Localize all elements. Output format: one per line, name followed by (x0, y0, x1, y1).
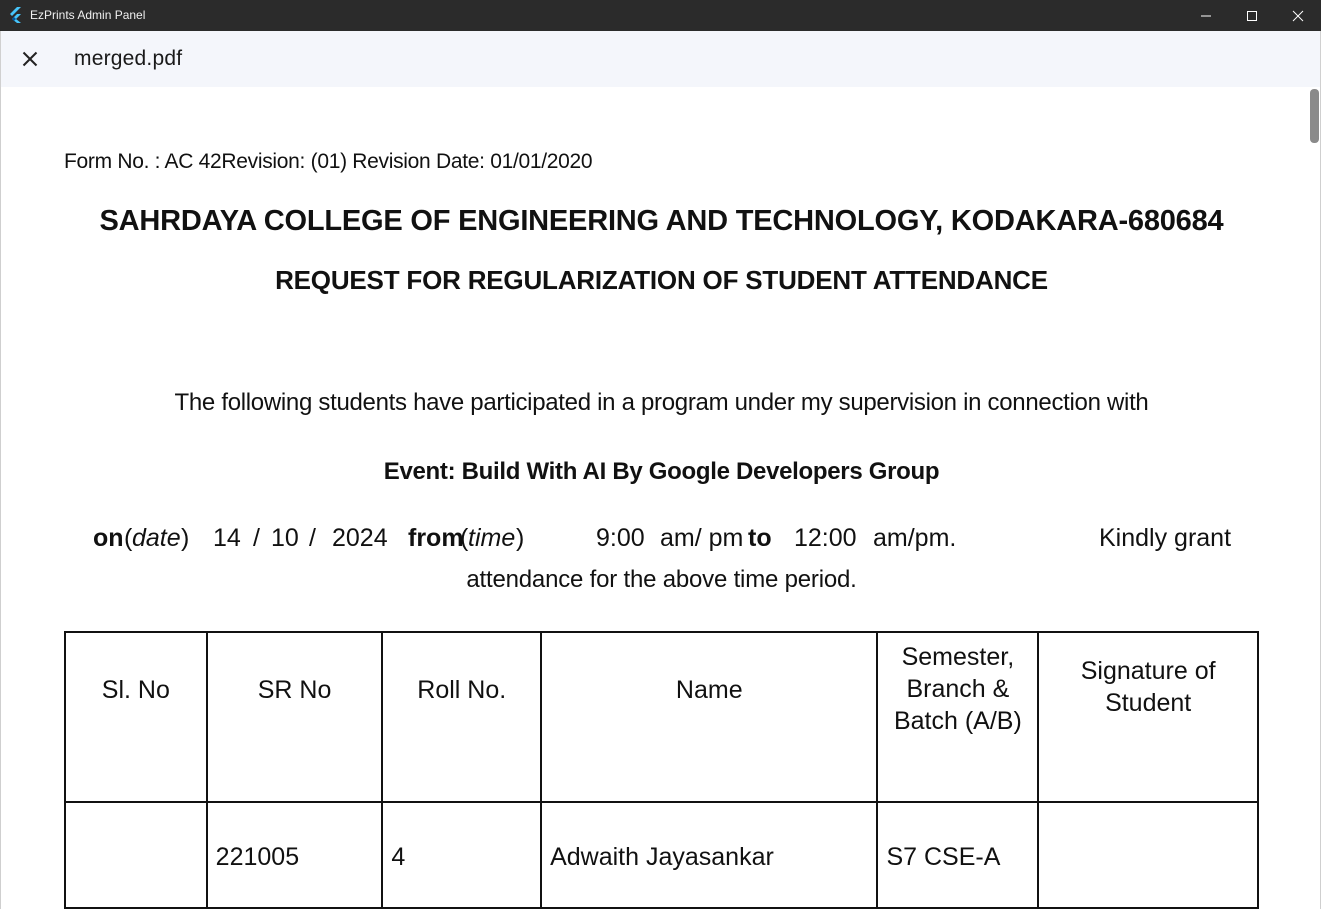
header-semester-line-3: Batch (A/B) (893, 707, 1022, 735)
date-day: 14 (213, 524, 241, 552)
date-month: 10 (271, 524, 299, 552)
date-close-paren: ) (181, 524, 190, 552)
pdf-viewer-page[interactable]: Form No. : AC 42Revision: (01) Revision … (0, 87, 1321, 909)
request-title: REQUEST FOR REGULARIZATION OF STUDENT AT… (275, 265, 1048, 295)
from-time: 9:00 (596, 524, 645, 552)
to-time: 12:00 (794, 524, 857, 552)
time-close-paren: ) (516, 524, 525, 552)
to-label: to (748, 524, 772, 552)
window-close-icon (1292, 10, 1304, 21)
maximize-button[interactable] (1229, 0, 1275, 31)
header-sl-no-label: Sl. No (101, 676, 170, 704)
file-name: merged.pdf (74, 47, 183, 70)
cell-sl-no (64, 801, 208, 909)
date-year: 2024 (332, 524, 388, 552)
cell-signature (1037, 801, 1259, 909)
table-row: 221005 4 Adwaith Jayasankar S7 CSE-A (64, 801, 1259, 909)
cell-semester: S7 CSE-A (876, 801, 1040, 909)
header-roll-no: Roll No. (381, 631, 543, 803)
time-label: time (468, 524, 516, 552)
maximize-icon (1247, 10, 1257, 21)
from-suffix: am/ pm (660, 524, 744, 552)
window-close-button[interactable] (1275, 0, 1321, 31)
header-semester-line-2: Branch & (906, 675, 1010, 703)
header-signature: Signature of Student (1037, 631, 1259, 803)
window-title: EzPrints Admin Panel (30, 8, 146, 22)
scrollbar-thumb[interactable] (1310, 89, 1319, 143)
date-separator-2: / (309, 524, 316, 552)
header-signature-line-2: Student (1105, 689, 1192, 717)
header-name: Name (540, 631, 879, 803)
header-roll-no-label: Roll No. (417, 676, 507, 704)
close-viewer-button[interactable] (15, 45, 45, 73)
table-header-row: Sl. No SR No Roll No. Name Semester, Bra… (64, 631, 1259, 803)
header-signature-line-1: Signature of (1080, 657, 1216, 685)
intro-text: The following students have participated… (174, 389, 1149, 416)
header-semester-line-1: Semester, (901, 643, 1015, 671)
on-label: on (93, 524, 124, 552)
window-titlebar: EzPrints Admin Panel (0, 0, 1321, 31)
minimize-icon (1201, 15, 1211, 16)
date-separator-1: / (253, 524, 260, 552)
event-name: Event: Build With AI By Google Developer… (383, 458, 940, 485)
attendance-table: Sl. No SR No Roll No. Name Semester, Bra… (64, 631, 1259, 909)
cell-name: Adwaith Jayasankar (540, 801, 879, 909)
cell-roll-no: 4 (381, 801, 543, 909)
to-suffix: am/pm. (873, 524, 957, 552)
header-sr-no-label: SR No (257, 676, 332, 704)
flutter-logo-icon (10, 7, 21, 23)
from-label: from (408, 524, 464, 552)
date-label: date (132, 524, 181, 552)
kindly-grant: Kindly grant (1099, 524, 1232, 552)
cell-sr-no: 221005 (205, 801, 384, 909)
close-icon (22, 51, 38, 67)
header-sr-no: SR No (205, 631, 384, 803)
viewer-header: merged.pdf (0, 31, 1321, 87)
attendance-text: attendance for the above time period. (466, 566, 857, 593)
header-name-label: Name (675, 676, 743, 704)
header-semester: Semester, Branch & Batch (A/B) (876, 631, 1040, 803)
minimize-button[interactable] (1183, 0, 1229, 31)
college-title: SAHRDAYA COLLEGE OF ENGINEERING AND TECH… (99, 205, 1224, 237)
header-sl-no: Sl. No (64, 631, 208, 803)
form-meta: Form No. : AC 42Revision: (01) Revision … (64, 150, 593, 173)
